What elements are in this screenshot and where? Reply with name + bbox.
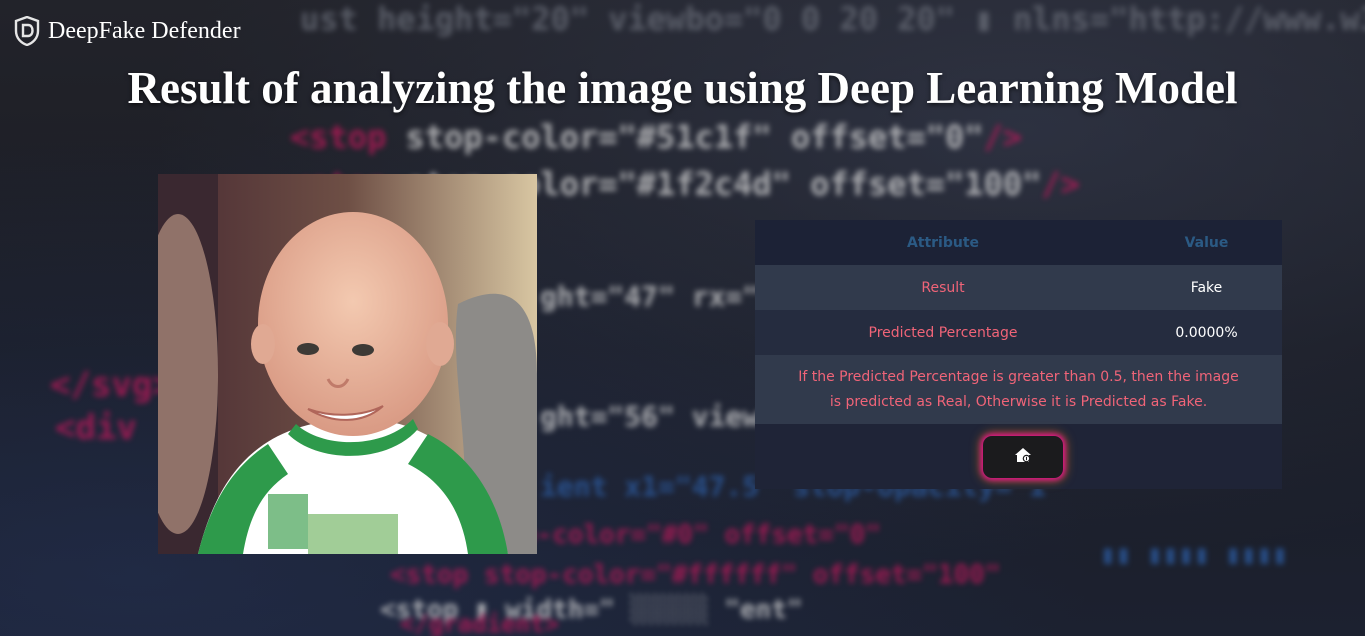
table-row: Predicted Percentage 0.0000% [755,310,1282,355]
home-icon [1014,447,1032,466]
page-title: Result of analyzing the image using Deep… [127,63,1238,113]
predicted-percentage-value: 0.0000% [1175,324,1238,341]
attribute-column-header: Attribute [906,234,980,251]
brand[interactable]: DeepFake Defender [14,16,241,46]
brand-name: DeepFake Defender [48,17,241,44]
shield-logo-icon [14,16,40,46]
result-table: Attribute Value Result Fake Predicted Pe… [755,220,1282,489]
table-row: Result Fake [755,265,1282,310]
value-column-header: Value [1184,234,1229,251]
analyzed-image [158,174,537,554]
result-value: Fake [1190,279,1223,296]
predicted-percentage-label: Predicted Percentage [868,324,1018,341]
result-label: Result [921,279,965,296]
prediction-note: If the Predicted Percentage is greater t… [755,355,1282,424]
home-button[interactable] [982,435,1063,478]
button-area [755,424,1282,489]
page: ust height="20" viewbo="0 0 20 20" ▮ nln… [0,0,1365,636]
table-header-row: Attribute Value [755,220,1282,265]
